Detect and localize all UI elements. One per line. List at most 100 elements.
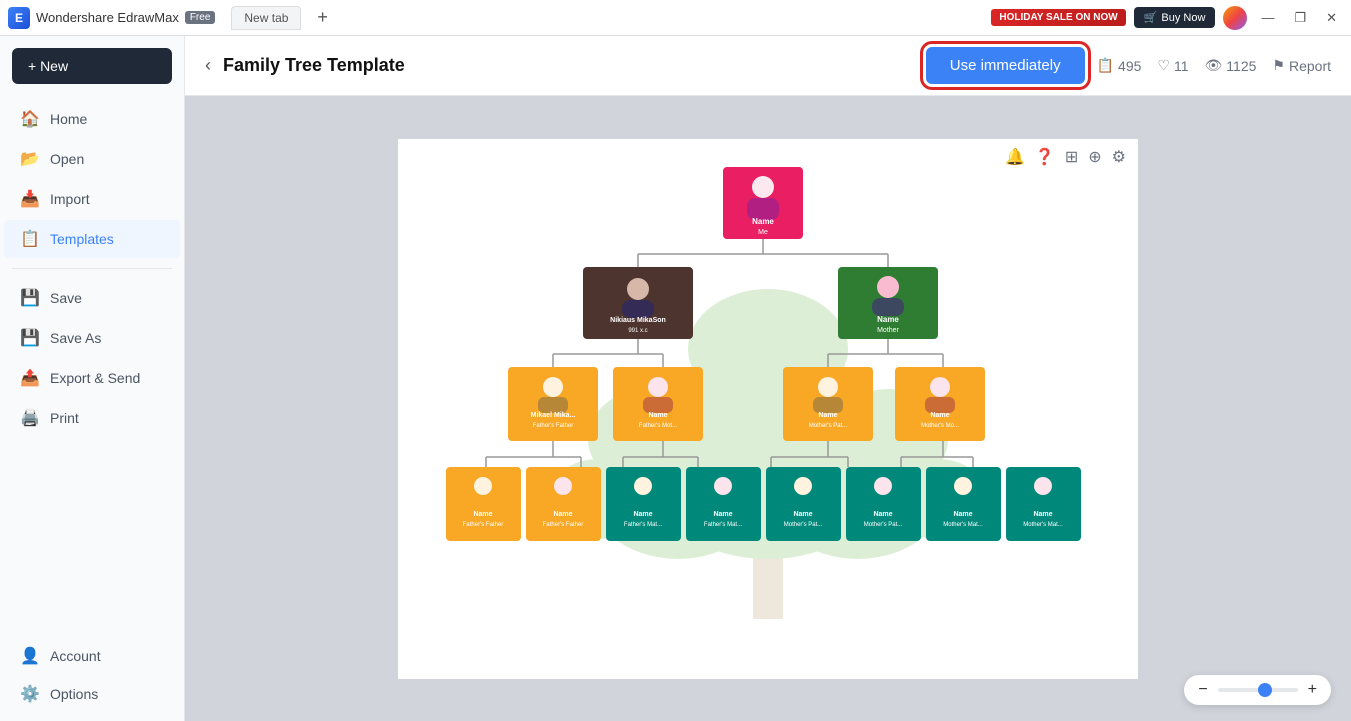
svg-text:991 x.c: 991 x.c [628, 328, 647, 334]
views-count: 1125 [1226, 58, 1256, 74]
svg-text:Mother's Pat...: Mother's Pat... [784, 522, 823, 528]
svg-text:Mikael Mika...: Mikael Mika... [531, 412, 576, 419]
buy-now-button[interactable]: 🛒 Buy Now [1134, 7, 1216, 28]
topbar-stats: 📋 495 ♡ 11 👁 1125 ⚑ Report [1097, 57, 1331, 74]
svg-text:Father's Mat...: Father's Mat... [704, 522, 742, 528]
report-icon: ⚑ [1272, 57, 1285, 74]
options-icon: ⚙️ [20, 684, 40, 704]
likes-stat: ♡ 11 [1157, 57, 1188, 74]
sidebar-item-import[interactable]: 📥 Import [4, 180, 180, 218]
svg-text:Mother's Pat...: Mother's Pat... [809, 423, 848, 429]
minimize-button[interactable]: — [1255, 10, 1280, 25]
svg-text:Father's Mat...: Father's Mat... [624, 522, 662, 528]
print-icon: 🖨️ [20, 408, 40, 428]
canvas-area: 🔔 ❓ ⊞ ⊕ ⚙ [185, 96, 1351, 721]
sidebar-item-label: Home [50, 111, 87, 127]
sidebar-item-label: Print [50, 410, 79, 426]
svg-text:Name: Name [553, 511, 572, 518]
svg-text:Father's Mot...: Father's Mot... [639, 423, 677, 429]
svg-text:Mother's Mat...: Mother's Mat... [1023, 522, 1063, 528]
svg-text:Mother: Mother [877, 327, 899, 334]
zoom-in-button[interactable]: + [1308, 681, 1317, 699]
sidebar: + New 🏠 Home 📂 Open 📥 Import 📋 Templates… [0, 36, 185, 721]
app-icon: E [8, 7, 30, 29]
sidebar-item-save-as[interactable]: 💾 Save As [4, 319, 180, 357]
sidebar-divider [12, 268, 172, 269]
back-button[interactable]: ‹ [205, 55, 211, 76]
main-layout: + New 🏠 Home 📂 Open 📥 Import 📋 Templates… [0, 36, 1351, 721]
sidebar-item-save[interactable]: 💾 Save [4, 279, 180, 317]
svg-text:Name: Name [877, 315, 899, 324]
app-name: Wondershare EdrawMax [36, 10, 179, 25]
sidebar-nav: 🏠 Home 📂 Open 📥 Import 📋 Templates 💾 Sav… [0, 96, 184, 441]
tab-new[interactable]: New tab [231, 6, 301, 30]
content-area: ‹ Family Tree Template Use immediately 📋… [185, 36, 1351, 721]
holiday-badge: HOLIDAY SALE ON NOW [991, 9, 1125, 26]
zoom-thumb [1258, 683, 1272, 697]
canvas-content: 🔔 ❓ ⊞ ⊕ ⚙ [398, 139, 1138, 679]
sidebar-item-label: Export & Send [50, 370, 140, 386]
app-logo: E Wondershare EdrawMax Free [8, 7, 215, 29]
report-button[interactable]: ⚑ Report [1272, 57, 1331, 74]
svg-text:Mother's Mo...: Mother's Mo... [921, 423, 959, 429]
svg-text:Name: Name [873, 511, 892, 518]
sidebar-item-options[interactable]: ⚙️ Options [4, 675, 180, 713]
titlebar-actions: HOLIDAY SALE ON NOW 🛒 Buy Now — ❐ ✕ [991, 6, 1343, 30]
copies-icon: 📋 [1097, 57, 1114, 74]
new-button[interactable]: + New [12, 48, 172, 84]
family-tree-svg: Name Me Nikiaus MikaSon 991 x.c Name Mot… [398, 139, 1138, 669]
likes-icon: ♡ [1157, 57, 1170, 74]
sidebar-item-label: Import [50, 191, 90, 207]
add-tab-button[interactable]: + [305, 3, 340, 32]
svg-text:Father's Father: Father's Father [533, 423, 574, 429]
svg-text:Name: Name [930, 412, 949, 419]
svg-text:Name: Name [648, 412, 667, 419]
svg-text:Name: Name [713, 511, 732, 518]
views-stat: 👁 1125 [1205, 57, 1257, 74]
sidebar-item-open[interactable]: 📂 Open [4, 140, 180, 178]
sidebar-item-label: Save [50, 290, 82, 306]
sidebar-item-label: Save As [50, 330, 101, 346]
topbar: ‹ Family Tree Template Use immediately 📋… [185, 36, 1351, 96]
restore-button[interactable]: ❐ [1288, 10, 1312, 26]
page-title: Family Tree Template [223, 55, 914, 76]
svg-text:Name: Name [1033, 511, 1052, 518]
svg-text:Name: Name [818, 412, 837, 419]
sidebar-item-label: Options [50, 686, 98, 702]
avatar[interactable] [1223, 6, 1247, 30]
sidebar-item-label: Templates [50, 231, 114, 247]
save-icon: 💾 [20, 288, 40, 308]
sidebar-item-home[interactable]: 🏠 Home [4, 100, 180, 138]
svg-text:Mother's Pat...: Mother's Pat... [864, 522, 903, 528]
svg-text:Father's Father: Father's Father [463, 522, 504, 528]
svg-text:Father's Father: Father's Father [543, 522, 584, 528]
svg-text:Name: Name [633, 511, 652, 518]
svg-text:Me: Me [758, 229, 768, 236]
svg-text:Name: Name [953, 511, 972, 518]
titlebar: E Wondershare EdrawMax Free New tab + HO… [0, 0, 1351, 36]
import-icon: 📥 [20, 189, 40, 209]
sidebar-item-label: Open [50, 151, 84, 167]
sidebar-item-account[interactable]: 👤 Account [4, 637, 180, 675]
free-badge: Free [185, 11, 216, 24]
report-label: Report [1289, 58, 1331, 74]
save-as-icon: 💾 [20, 328, 40, 348]
zoom-track[interactable] [1218, 688, 1298, 692]
sidebar-item-print[interactable]: 🖨️ Print [4, 399, 180, 437]
likes-count: 11 [1174, 58, 1189, 74]
sidebar-item-export[interactable]: 📤 Export & Send [4, 359, 180, 397]
svg-text:Name: Name [793, 511, 812, 518]
svg-text:Nikiaus MikaSon: Nikiaus MikaSon [610, 317, 666, 324]
close-button[interactable]: ✕ [1320, 10, 1343, 26]
zoom-out-button[interactable]: − [1198, 681, 1207, 699]
use-immediately-button[interactable]: Use immediately [926, 47, 1085, 84]
templates-icon: 📋 [20, 229, 40, 249]
home-icon: 🏠 [20, 109, 40, 129]
export-icon: 📤 [20, 368, 40, 388]
svg-text:Name: Name [752, 217, 774, 226]
copies-stat: 📋 495 [1097, 57, 1142, 74]
sidebar-item-templates[interactable]: 📋 Templates [4, 220, 180, 258]
sidebar-bottom: 👤 Account ⚙️ Options [0, 629, 184, 721]
zoom-bar: − + [1184, 675, 1331, 705]
svg-text:Name: Name [473, 511, 492, 518]
